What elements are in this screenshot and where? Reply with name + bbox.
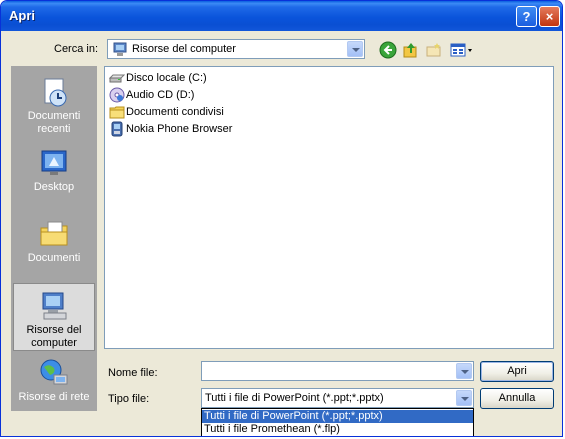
open-button[interactable]: Apri [480, 361, 554, 382]
place-label: Risorse di rete [18, 391, 90, 403]
file-name: Nokia Phone Browser [126, 123, 233, 135]
open-dialog: Apri ? × Cerca in: Risorse del computer [0, 0, 563, 437]
hard-disk-icon [109, 74, 125, 83]
folder-icon [109, 106, 125, 119]
place-my-computer[interactable]: Risorse del computer [13, 283, 95, 351]
filename-label: Nome file: [108, 367, 158, 379]
place-label: Risorse del [26, 324, 82, 336]
chevron-down-icon[interactable] [347, 41, 363, 57]
window-title: Apri [9, 8, 35, 23]
desktop-icon [41, 150, 67, 175]
my-computer-icon [113, 42, 127, 56]
chevron-down-icon[interactable] [456, 363, 472, 379]
place-label: Documenti [27, 252, 81, 264]
place-recent-documents[interactable]: Documenti recenti [13, 70, 95, 138]
place-label: Desktop [33, 181, 75, 193]
cd-drive-icon [109, 87, 125, 103]
views-menu-icon[interactable] [449, 41, 475, 59]
phone-browser-icon [111, 121, 123, 137]
place-label: recenti [37, 123, 71, 135]
help-icon: ? [522, 9, 531, 24]
recent-documents-icon [44, 78, 67, 107]
places-bar: Documenti recenti Desktop Documenti Riso… [11, 66, 97, 411]
filetype-option[interactable]: Tutti i file di PowerPoint (*.ppt;*.pptx… [202, 410, 473, 423]
place-network[interactable]: Risorse di rete [13, 351, 95, 419]
close-icon: × [545, 9, 554, 24]
help-button[interactable]: ? [516, 6, 537, 27]
cancel-button[interactable]: Annulla [480, 388, 554, 409]
place-label: Documenti [27, 110, 81, 122]
place-my-documents[interactable]: Documenti [13, 212, 95, 280]
lookin-combo[interactable]: Risorse del computer [107, 39, 365, 59]
file-name: Disco locale (C:) [126, 72, 207, 84]
filetype-value: Tutti i file di PowerPoint (*.ppt;*.pptx… [205, 392, 384, 404]
place-label: computer [31, 337, 77, 349]
place-desktop[interactable]: Desktop [13, 141, 95, 209]
chevron-down-icon[interactable] [456, 390, 472, 406]
network-places-icon [40, 359, 68, 385]
filetype-select[interactable]: Tutti i file di PowerPoint (*.ppt;*.pptx… [201, 388, 474, 408]
lookin-value: Risorse del computer [132, 43, 236, 55]
file-name: Audio CD (D:) [126, 89, 195, 101]
filename-input[interactable] [201, 361, 474, 381]
up-folder-icon[interactable] [402, 41, 420, 59]
file-list[interactable]: Disco locale (C:) Audio CD (D:) Document… [104, 66, 554, 349]
filetype-label: Tipo file: [108, 393, 150, 405]
back-arrow-icon[interactable] [379, 41, 397, 59]
title-bar[interactable]: Apri ? × [1, 1, 562, 31]
close-button[interactable]: × [539, 6, 560, 27]
filetype-option[interactable]: Tutti i file Promethean (*.flp) [202, 423, 473, 436]
lookin-label: Cerca in: [54, 43, 99, 55]
my-documents-icon [40, 221, 68, 246]
new-folder-icon[interactable] [425, 41, 443, 59]
my-computer-icon [42, 292, 67, 320]
filetype-dropdown-list: Tutti i file di PowerPoint (*.ppt;*.pptx… [201, 408, 474, 436]
file-name: Documenti condivisi [126, 106, 224, 118]
